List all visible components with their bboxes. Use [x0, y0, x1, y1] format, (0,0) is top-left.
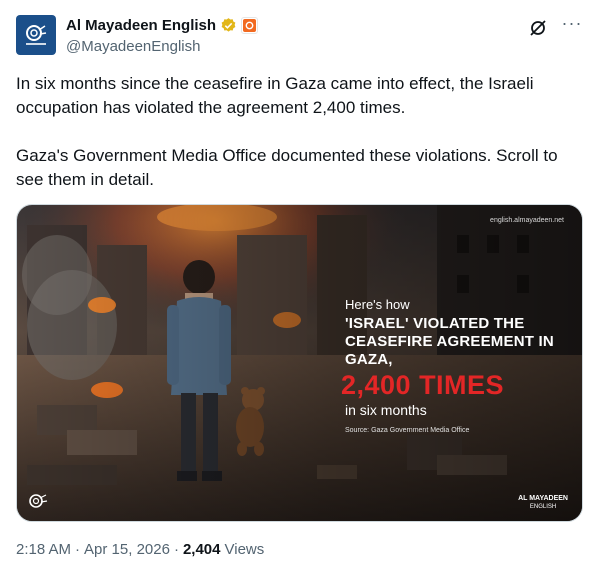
tweet-date[interactable]: Apr 15, 2026 [84, 541, 170, 558]
avatar[interactable] [16, 15, 56, 55]
media-headline: 'ISRAEL' VIOLATED THE CEASEFIRE AGREEMEN… [345, 315, 554, 368]
verified-badge-icon[interactable] [220, 17, 237, 34]
account-handle[interactable]: @MayadeenEnglish [66, 38, 258, 55]
display-name[interactable]: Al Mayadeen English [66, 17, 216, 34]
more-icon[interactable]: ··· [560, 14, 584, 36]
al-mayadeen-logo-icon [26, 25, 47, 45]
account-names: Al Mayadeen English @MayadeenEnglish [66, 15, 259, 55]
meta-separator: · [75, 541, 81, 558]
media-brand: AL MAYADEEN ENGLISH [518, 495, 568, 511]
tweet-card: Al Mayadeen English @MayadeenEnglish ··· [0, 0, 600, 574]
tweet-time[interactable]: 2:18 AM [16, 541, 71, 558]
tweet-paragraph: In six months since the ceasefire in Gaz… [16, 74, 534, 117]
media-brand-name: AL MAYADEEN [518, 495, 568, 502]
tweet-text: In six months since the ceasefire in Gaz… [16, 72, 586, 192]
media-period: in six months [345, 402, 427, 418]
tweet-paragraph: Gaza's Government Media Office documente… [16, 146, 558, 189]
media-brand-sub: ENGLISH [529, 504, 557, 510]
media-count: 2,400 TIMES [341, 370, 505, 400]
media-logo-icon [29, 494, 48, 508]
meta-separator: · [173, 541, 179, 558]
display-name-row: Al Mayadeen English [66, 15, 259, 35]
affiliate-badge-icon[interactable] [241, 16, 259, 34]
tweet-meta: 2:18 AM · Apr 15, 2026 · 2,404 Views [16, 541, 264, 558]
grok-icon[interactable] [528, 18, 548, 38]
media-url: english.almayadeen.net [490, 217, 564, 224]
media-intro: Here's how [345, 297, 410, 312]
tweet-image[interactable]: english.almayadeen.net Here's how 'ISRAE… [16, 204, 583, 522]
media-source: Source: Gaza Government Media Office [345, 427, 470, 434]
views-count[interactable]: 2,404 [183, 541, 221, 558]
tweet-header: Al Mayadeen English @MayadeenEnglish ··· [16, 14, 584, 58]
views-label[interactable]: Views [225, 541, 265, 558]
